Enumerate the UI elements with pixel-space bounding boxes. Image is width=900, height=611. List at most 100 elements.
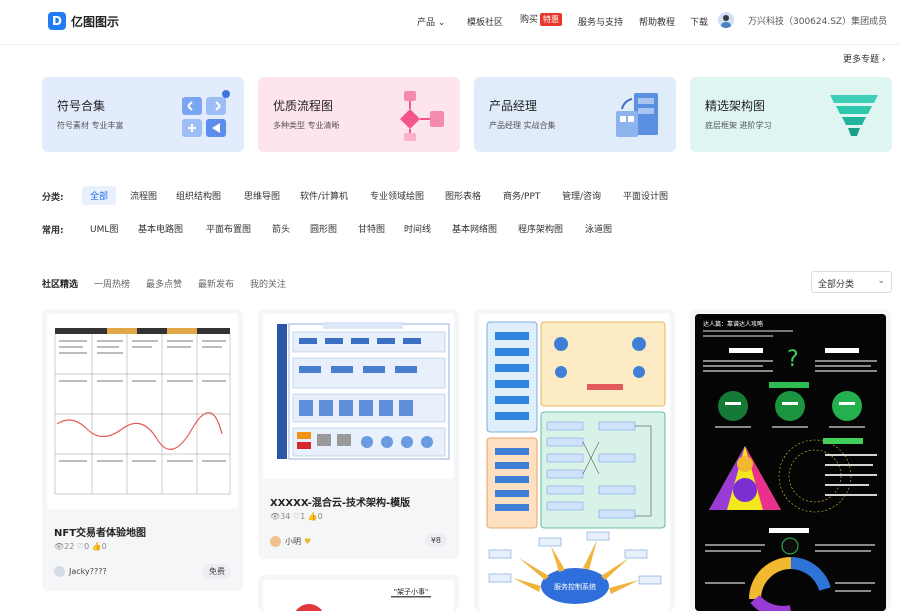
tab-latest[interactable]: 最新发布 xyxy=(198,277,234,290)
product-device-icon xyxy=(616,93,658,137)
author-name: 小明 xyxy=(285,537,301,546)
template-card[interactable]: "架子小事" xyxy=(258,575,459,611)
thumb-caption: "架子小事" xyxy=(394,587,428,596)
price-badge: ¥8 xyxy=(424,534,447,547)
nav-help-tutorials[interactable]: 帮助教程 xyxy=(639,15,675,28)
category-chip[interactable]: 平面设计图 xyxy=(615,186,676,205)
template-thumbnail xyxy=(263,314,454,479)
category-sort-select[interactable]: 全部分类 ⌄ xyxy=(811,271,892,293)
thumb-title: 达人篇：靠谱达人攻略 xyxy=(703,320,763,328)
topic-subtitle: 符号素材 专业丰富 xyxy=(57,121,124,130)
tab-most-liked[interactable]: 最多点赞 xyxy=(146,277,182,290)
tab-weekly-hot[interactable]: 一周热榜 xyxy=(94,277,130,290)
topic-title: 优质流程图 xyxy=(273,99,334,113)
diagram-center-label: 服务控制系统 xyxy=(554,582,596,591)
top-header: D 亿图图示 产品 ⌄ 模板社区 购买 特惠 服务与支持 帮助教程 下载 万兴科技… xyxy=(0,0,900,45)
thumb-up-icon: 👍 xyxy=(91,542,102,551)
filter-label: 分类: xyxy=(42,193,64,203)
template-card[interactable]: NFT交易者体验地图 👁22 ♡0 👍0 Jacky???? 免费 xyxy=(42,309,243,591)
topic-card-flowcharts[interactable]: 优质流程图 多种类型 专业清晰 xyxy=(258,77,460,152)
template-thumbnail xyxy=(47,314,238,509)
filter-label: 常用: xyxy=(42,226,64,236)
template-stats: 👁22 ♡0 👍0 xyxy=(54,542,107,551)
user-org-text: 万兴科技（300624.SZ）集团成员 xyxy=(748,16,888,27)
template-name: NFT交易者体验地图 xyxy=(54,528,147,539)
common-chip[interactable]: 箭头 xyxy=(264,219,298,238)
template-name: XXXXX-混合云-技术架构-模版 xyxy=(270,498,411,509)
flowchart-icon xyxy=(400,91,444,141)
user-area[interactable]: 万兴科技（300624.SZ）集团成员 xyxy=(718,12,887,28)
common-chip[interactable]: 平面布置图 xyxy=(198,219,259,238)
vip-icon: ♥ xyxy=(304,537,312,546)
common-chip[interactable]: 甘特图 xyxy=(350,219,393,238)
nav-service-support[interactable]: 服务与支持 xyxy=(578,15,623,28)
heart-icon: ♡ xyxy=(76,542,85,551)
nav-products[interactable]: 产品 ⌄ xyxy=(417,15,445,28)
template-card[interactable]: 服务控制系统 xyxy=(474,309,675,611)
influencer-guide-thumbnail: 达人篇：靠谱达人攻略 ? xyxy=(695,314,886,611)
topic-title: 符号合集 xyxy=(57,99,106,113)
eye-icon: 👁 xyxy=(54,542,65,551)
topic-subtitle: 底层框架 进阶学习 xyxy=(705,121,772,130)
question-mark-icon: ? xyxy=(787,347,799,372)
category-chip[interactable]: 商务/PPT xyxy=(495,186,548,205)
template-thumbnail: "架子小事" xyxy=(263,580,454,611)
thumb-up-icon: 👍 xyxy=(307,512,318,521)
category-chip[interactable]: 思维导图 xyxy=(236,186,288,205)
category-chip[interactable]: 图形表格 xyxy=(437,186,489,205)
topic-card-symbols[interactable]: 符号合集 符号素材 专业丰富 xyxy=(42,77,244,152)
logo-text: 亿图图示 xyxy=(71,14,120,29)
journey-map-thumbnail xyxy=(47,314,238,509)
template-stats: 👁34 ♡1 👍0 xyxy=(270,512,323,521)
author-name: Jacky???? xyxy=(69,567,107,576)
topic-subtitle: 多种类型 专业清晰 xyxy=(273,121,340,130)
cloud-architecture-thumbnail xyxy=(263,314,454,479)
logo-icon: D xyxy=(48,12,66,30)
common-chip[interactable]: UML图 xyxy=(82,219,126,238)
topic-title: 产品经理 xyxy=(489,99,538,113)
avatar xyxy=(54,566,65,577)
sale-badge: 特惠 xyxy=(540,13,563,26)
logo[interactable]: D 亿图图示 xyxy=(48,12,119,30)
topic-card-architecture[interactable]: 精选架构图 底层框架 进阶学习 xyxy=(690,77,892,152)
avatar[interactable] xyxy=(718,12,734,28)
common-chip[interactable]: 程序架构图 xyxy=(510,219,571,238)
more-topics-link[interactable]: 更多专题 › xyxy=(843,52,885,65)
eye-icon: 👁 xyxy=(270,512,281,521)
chevron-down-icon: ⌄ xyxy=(437,18,446,28)
common-chip[interactable]: 泳道图 xyxy=(577,219,620,238)
template-thumbnail-partial: "架子小事" xyxy=(263,580,454,611)
chevron-down-icon: ⌄ xyxy=(877,276,885,286)
topic-subtitle: 产品经理 实战合集 xyxy=(489,121,556,130)
common-chip[interactable]: 圆形图 xyxy=(302,219,345,238)
template-thumbnail: 服务控制系统 xyxy=(479,314,670,611)
tab-featured[interactable]: 社区精选 xyxy=(42,277,78,290)
funnel-icon xyxy=(830,95,878,136)
template-author[interactable]: Jacky???? xyxy=(54,566,107,577)
sort-select-value: 全部分类 xyxy=(818,280,855,290)
nav-download[interactable]: 下载 xyxy=(690,15,708,28)
category-chip[interactable]: 专业领域绘图 xyxy=(362,186,432,205)
category-chip[interactable]: 管理/咨询 xyxy=(554,186,609,205)
topic-card-product-manager[interactable]: 产品经理 产品经理 实战合集 xyxy=(474,77,676,152)
category-chip[interactable]: 流程图 xyxy=(122,186,165,205)
common-chip[interactable]: 时间线 xyxy=(396,219,439,238)
category-chip[interactable]: 软件/计算机 xyxy=(292,186,356,205)
nav-buy[interactable]: 购买 特惠 xyxy=(520,12,563,26)
template-card[interactable]: 达人篇：靠谱达人攻略 ? xyxy=(690,309,891,611)
system-flow-thumbnail: 服务控制系统 xyxy=(479,314,670,611)
nav-template-community[interactable]: 模板社区 xyxy=(467,15,503,28)
template-author[interactable]: 小明 ♥ xyxy=(270,536,311,547)
common-chip[interactable]: 基本网络图 xyxy=(444,219,505,238)
tab-following[interactable]: 我的关注 xyxy=(250,277,286,290)
avatar xyxy=(270,536,281,547)
price-badge: 免费 xyxy=(203,564,231,579)
category-chip[interactable]: 组织结构图 xyxy=(168,186,229,205)
heart-icon: ♡ xyxy=(292,512,301,521)
template-card[interactable]: XXXXX-混合云-技术架构-模版 👁34 ♡1 👍0 小明 ♥ ¥8 xyxy=(258,309,459,559)
symbol-grid-icon xyxy=(182,90,230,137)
topic-title: 精选架构图 xyxy=(705,99,766,113)
template-thumbnail: 达人篇：靠谱达人攻略 ? xyxy=(695,314,886,611)
category-chip-all[interactable]: 全部 xyxy=(82,186,117,205)
common-chip[interactable]: 基本电路图 xyxy=(130,219,191,238)
